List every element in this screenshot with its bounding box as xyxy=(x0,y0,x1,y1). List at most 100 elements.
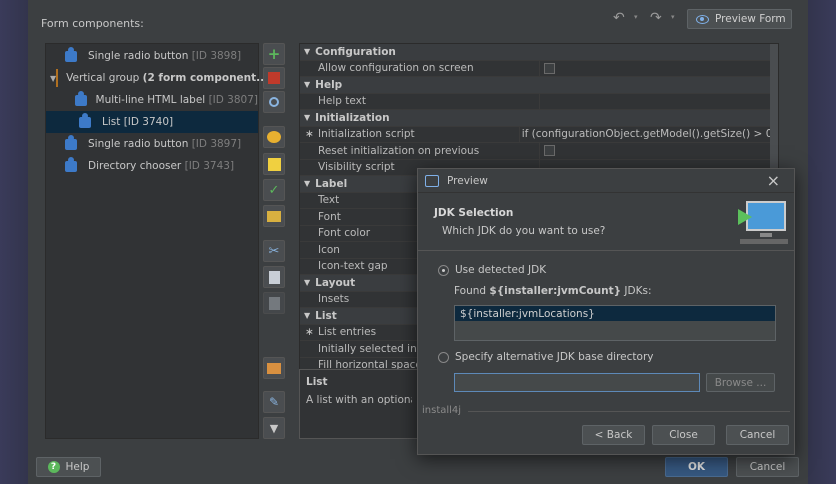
form-components-title: Form components: xyxy=(41,17,144,30)
property-value[interactable]: if (configurationObject.getModel().getSi… xyxy=(520,128,778,140)
category-label: Help xyxy=(315,78,343,91)
dialog-heading: JDK Selection xyxy=(434,207,514,219)
jdk-list[interactable]: ${installer:jvmLocations} xyxy=(454,305,776,341)
found-suffix: JDKs: xyxy=(621,285,652,297)
paste-button[interactable] xyxy=(263,292,285,314)
description-panel: List A list with an optional la xyxy=(299,369,419,439)
category-help[interactable]: ▼ Help xyxy=(300,77,778,94)
cancel-button[interactable]: Cancel xyxy=(736,457,799,477)
collapse-arrow-icon[interactable]: ▼ xyxy=(304,179,310,188)
ok-button[interactable]: OK xyxy=(665,457,728,477)
note-icon xyxy=(267,157,281,171)
tree-item[interactable]: Directory chooser [ID 3743] xyxy=(46,155,258,177)
image-button[interactable] xyxy=(263,357,285,379)
cut-button[interactable]: ✂ xyxy=(263,240,285,262)
specify-jdk-radio[interactable] xyxy=(438,351,449,363)
tree-item-bold: (2 form component... xyxy=(142,72,269,84)
property-row[interactable]: Allow configuration on screen xyxy=(300,60,778,77)
collapse-arrow-icon[interactable]: ▼ xyxy=(304,80,310,89)
reset-init-checkbox[interactable] xyxy=(544,145,555,157)
use-detected-jdk-option[interactable]: Use detected JDK xyxy=(438,264,546,276)
tree-item[interactable]: Single radio button [ID 3898] xyxy=(46,45,258,67)
collapse-arrow-icon[interactable]: ▼ xyxy=(304,311,310,320)
help-label: Help xyxy=(65,461,90,473)
plus-icon: + xyxy=(267,45,281,63)
description-title: List xyxy=(306,376,328,388)
dialog-titlebar[interactable]: Preview × xyxy=(418,169,794,193)
tree-item[interactable]: Multi-line HTML label [ID 3807] xyxy=(46,89,258,111)
specify-jdk-option[interactable]: Specify alternative JDK base directory xyxy=(438,351,654,363)
search-button[interactable] xyxy=(263,91,285,113)
property-row[interactable]: ∗ Initialization script if (configurationO… xyxy=(300,126,778,143)
dialog-subheading: Which JDK do you want to use? xyxy=(442,225,606,237)
category-configuration[interactable]: ▼ Configuration xyxy=(300,44,778,61)
close-button[interactable]: Close xyxy=(652,425,715,445)
back-button[interactable]: < Back xyxy=(582,425,645,445)
property-row[interactable]: Reset initialization on previous xyxy=(300,143,778,160)
check-button[interactable]: ✓ xyxy=(263,179,285,201)
tree-item-label: Single radio button xyxy=(88,50,189,62)
tree-item-id: [ID 3807] xyxy=(208,94,258,106)
category-label: Configuration xyxy=(315,45,396,58)
tree-item-id: [ID 3897] xyxy=(191,138,242,150)
monitor-icon xyxy=(425,174,439,187)
dialog-cancel-button[interactable]: Cancel xyxy=(726,425,789,445)
copy-button[interactable] xyxy=(263,266,285,288)
folder-icon xyxy=(267,210,281,222)
component-tree[interactable]: Single radio button [ID 3898] ▼ Vertical… xyxy=(45,43,268,439)
allow-config-checkbox[interactable] xyxy=(544,62,555,74)
category-label: Label xyxy=(315,177,348,190)
close-icon[interactable]: × xyxy=(767,171,780,190)
use-detected-radio[interactable] xyxy=(438,264,449,276)
tree-item[interactable]: Single radio button [ID 3897] xyxy=(46,133,258,155)
puzzle-icon xyxy=(62,135,80,153)
tree-item-label: Vertical group xyxy=(66,72,140,84)
list-item[interactable]: ${installer:jvmLocations} xyxy=(455,306,775,321)
delete-component-button[interactable] xyxy=(263,67,285,89)
vertical-group-icon xyxy=(56,69,59,87)
tree-item-label: Single radio button xyxy=(88,138,189,150)
undo-icon[interactable]: ↶ xyxy=(613,10,625,26)
browse-button[interactable]: Browse ... xyxy=(706,373,775,392)
description-text: A list with an optional la xyxy=(306,394,412,406)
tree-item[interactable]: ▼ Vertical group (2 form component... xyxy=(46,67,268,89)
property-row[interactable]: Help text xyxy=(300,93,778,110)
redo-icon[interactable]: ↷ xyxy=(650,10,662,26)
redo-dropdown-icon[interactable]: ▾ xyxy=(671,13,675,21)
collapse-arrow-icon[interactable]: ▼ xyxy=(304,113,310,122)
note-button[interactable] xyxy=(263,153,285,175)
folder-button[interactable] xyxy=(263,205,285,227)
property-label: Reset initialization on previous xyxy=(300,143,540,159)
property-label: Help text xyxy=(300,93,540,109)
collapse-arrow-icon[interactable]: ▼ xyxy=(304,47,310,56)
footer-divider xyxy=(468,411,790,412)
category-initialization[interactable]: ▼ Initialization xyxy=(300,110,778,127)
edit-button[interactable]: ✎ xyxy=(263,391,285,413)
option-label: Specify alternative JDK base directory xyxy=(455,351,654,363)
copy-icon xyxy=(268,270,280,284)
jdk-directory-input[interactable] xyxy=(454,373,700,392)
help-button[interactable]: ? Help xyxy=(36,457,101,477)
option-label: Use detected JDK xyxy=(455,264,547,276)
required-star-icon: ∗ xyxy=(305,326,314,339)
image-icon xyxy=(267,362,281,374)
tree-item-label: Directory chooser xyxy=(88,160,182,172)
check-icon: ✓ xyxy=(268,182,280,198)
tree-item-id: [ID 3743] xyxy=(184,160,235,172)
help-icon: ? xyxy=(47,461,60,473)
add-component-button[interactable]: + xyxy=(263,43,285,65)
tree-item-selected[interactable]: List [ID 3740] xyxy=(46,111,258,133)
preview-form-button[interactable]: Preview Form xyxy=(687,9,792,29)
required-star-icon: ∗ xyxy=(305,128,314,141)
dialog-header: JDK Selection Which JDK do you want to u… xyxy=(418,193,794,251)
category-label: Layout xyxy=(315,276,356,289)
property-label: Initialization script xyxy=(300,126,520,142)
tree-item-label: List [ID 3740] xyxy=(102,116,174,128)
comment-button[interactable] xyxy=(263,126,285,148)
collapse-arrow-icon[interactable]: ▼ xyxy=(304,278,310,287)
magnifier-icon xyxy=(269,97,279,107)
eye-icon xyxy=(696,14,709,24)
undo-dropdown-icon[interactable]: ▾ xyxy=(634,13,638,21)
found-jdks-label: Found ${installer:jvmCount} JDKs: xyxy=(454,285,651,297)
move-down-button[interactable]: ▼ xyxy=(263,417,285,439)
